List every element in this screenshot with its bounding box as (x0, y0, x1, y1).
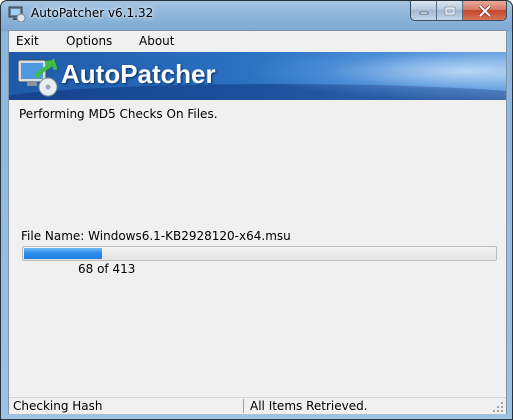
status-message: Performing MD5 Checks On Files. (19, 107, 218, 121)
caption-buttons (410, 1, 507, 21)
app-window: AutoPatcher v6.1.32 Exit Options About A… (0, 0, 513, 420)
close-icon (478, 4, 491, 17)
minimize-icon (419, 11, 428, 14)
progress-fill (24, 248, 102, 259)
maximize-icon (444, 6, 455, 15)
close-button[interactable] (463, 1, 506, 20)
client-area: Exit Options About AutoPatcher Performin… (8, 30, 507, 414)
progress-count: 68 of 413 (78, 262, 136, 276)
maximize-button[interactable] (437, 1, 463, 20)
menu-exit[interactable]: Exit (16, 34, 39, 48)
header-banner: AutoPatcher (9, 52, 506, 100)
main-panel: Performing MD5 Checks On Files. File Nam… (9, 101, 506, 395)
status-bar: Checking Hash All Items Retrieved. (9, 397, 506, 414)
app-icon[interactable] (8, 6, 26, 23)
minimize-button[interactable] (411, 1, 437, 20)
resize-grip-icon[interactable] (492, 401, 504, 413)
status-panel-right: All Items Retrieved. (250, 399, 368, 413)
file-name-label: File Name: Windows6.1-KB2928120-x64.msu (21, 229, 291, 243)
banner-glow (246, 52, 506, 100)
banner-brand-text: AutoPatcher (61, 59, 216, 89)
menu-about[interactable]: About (139, 34, 174, 48)
title-bar[interactable]: AutoPatcher v6.1.32 (1, 1, 512, 29)
menu-options[interactable]: Options (66, 34, 112, 48)
menu-bar: Exit Options About (9, 31, 506, 51)
window-title: AutoPatcher v6.1.32 (31, 6, 154, 20)
autopatcher-logo-icon (15, 54, 61, 98)
progress-bar (22, 246, 497, 261)
status-panel-left: Checking Hash (10, 399, 244, 413)
